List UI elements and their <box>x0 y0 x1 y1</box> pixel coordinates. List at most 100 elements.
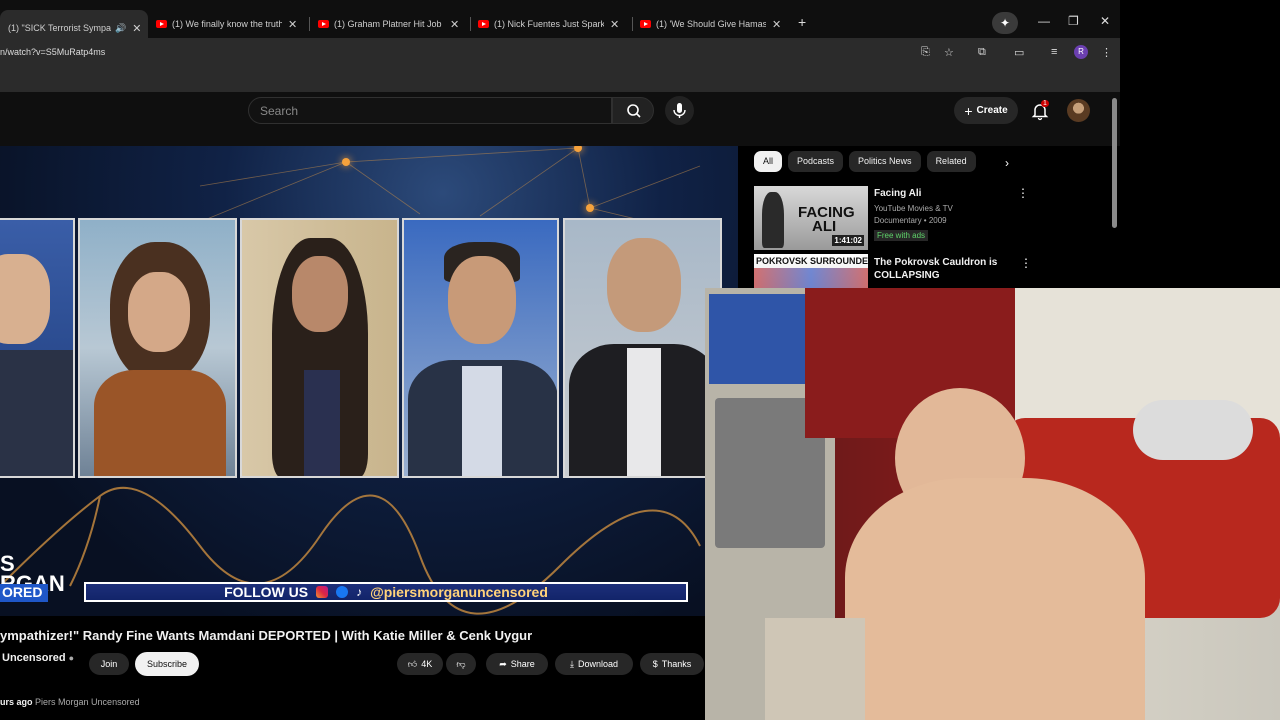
new-tab-icon[interactable]: + <box>798 14 806 30</box>
follow-text: FOLLOW US <box>224 584 309 600</box>
upload-time: urs ago <box>0 697 33 707</box>
screen: (1) "SICK Terrorist Sympath 🔊 ✕ (1) We f… <box>0 0 1280 720</box>
subscribe-button[interactable]: Subscribe <box>135 652 199 676</box>
tab-title: (1) 'We Should Give Hamas NU <box>656 19 766 29</box>
rec-title[interactable]: Facing Ali <box>874 187 1014 200</box>
tab-4[interactable]: (1) Nick Fuentes Just Sparked tl ✕ <box>478 10 624 38</box>
share-label: Share <box>510 659 535 669</box>
microphone-icon <box>673 103 686 118</box>
tab-separator <box>470 17 471 31</box>
channel-name[interactable]: Uncensored ● <box>2 652 74 664</box>
video-title: ympathizer!" Randy Fine Wants Mamdani DE… <box>0 628 533 643</box>
person-face <box>292 256 348 332</box>
youtube-icon <box>318 20 329 28</box>
minimize-icon[interactable]: — <box>1038 14 1050 28</box>
thumb-title: FACING ALI <box>798 205 855 235</box>
rec-title[interactable]: The Pokrovsk Cauldron is COLLAPSING <box>874 256 1014 282</box>
chip-related[interactable]: Related <box>926 151 976 172</box>
media-icon[interactable]: ≡ <box>1051 46 1057 58</box>
url-text[interactable]: n/watch?v=S5MuRatp4ms <box>0 47 105 57</box>
rec-thumbnail[interactable]: POKROVSK SURROUNDED <box>754 254 868 288</box>
download-button[interactable]: ⤓ Download <box>555 653 633 675</box>
person-face <box>0 254 50 344</box>
facebook-icon <box>336 586 349 598</box>
rec-meta: Documentary • 2009 <box>874 216 947 225</box>
close-tab-icon[interactable]: ✕ <box>132 22 141 35</box>
close-window-icon[interactable]: ✕ <box>1100 14 1110 28</box>
extensions-icon[interactable]: ⧉ <box>978 46 986 59</box>
guest-panel-4 <box>402 218 559 478</box>
rec-thumbnail[interactable]: FACING ALI 1:41:02 <box>754 186 868 250</box>
sparkle-icon[interactable]: ✦ <box>992 12 1018 34</box>
rec-meta: YouTube Movies & TV <box>874 204 953 213</box>
chip-all[interactable]: All <box>754 151 783 172</box>
person-jacket <box>94 370 226 476</box>
like-count: 4K <box>421 659 433 669</box>
pillow <box>1133 400 1253 460</box>
thumbs-down-icon: 👎︎ <box>456 658 466 669</box>
install-icon[interactable]: ⎘ <box>921 46 930 59</box>
close-tab-icon[interactable]: ✕ <box>288 18 297 31</box>
chip-politics-news[interactable]: Politics News <box>849 151 921 172</box>
thumb-image <box>754 268 868 288</box>
verified-icon: ● <box>68 653 75 663</box>
search-button[interactable] <box>612 97 654 124</box>
address-bar: n/watch?v=S5MuRatp4ms ⎘ ☆ ⧉ ▭ ≡ R ⋮ <box>0 38 1120 66</box>
notification-badge: 1 <box>1041 100 1049 107</box>
glow-dot <box>586 204 594 212</box>
more-options-icon[interactable]: ⋮ <box>1020 256 1032 270</box>
voice-search-button[interactable] <box>665 96 694 125</box>
show-logo-banner: ORED <box>0 584 48 602</box>
guest-panel-host <box>0 218 75 478</box>
thumb-text: ALI <box>812 218 837 235</box>
thanks-button[interactable]: $ Thanks <box>640 653 704 675</box>
tab-2[interactable]: (1) We finally know the truth... ✕ <box>156 10 302 38</box>
bookmark-star-icon[interactable]: ☆ <box>944 46 954 59</box>
create-button[interactable]: + Create <box>954 97 1018 124</box>
create-label: Create <box>976 105 1008 116</box>
share-arrow-icon: ➦ <box>499 658 507 669</box>
thanks-label: Thanks <box>661 659 692 669</box>
search-input[interactable]: Search <box>248 97 612 124</box>
youtube-icon <box>478 20 489 28</box>
chip-podcasts[interactable]: Podcasts <box>788 151 844 172</box>
social-handle: @piersmorganuncensored <box>370 584 548 600</box>
close-tab-icon[interactable]: ✕ <box>450 18 459 31</box>
chevron-right-icon[interactable]: › <box>1005 156 1009 170</box>
tiktok-icon: ♪ <box>356 585 363 599</box>
close-tab-icon[interactable]: ✕ <box>772 18 781 31</box>
person-face <box>448 256 516 344</box>
glow-dot <box>342 158 350 166</box>
tab-3[interactable]: (1) Graham Platner Hit Job BAC ✕ <box>318 10 464 38</box>
tab-5[interactable]: (1) 'We Should Give Hamas NU ✕ <box>640 10 786 38</box>
sidepanel-icon[interactable]: ▭ <box>1014 46 1024 59</box>
join-button[interactable]: Join <box>89 653 129 675</box>
webcam-overlay <box>705 288 1280 720</box>
close-tab-icon[interactable]: ✕ <box>610 18 619 31</box>
download-icon: ⤓ <box>569 658 574 669</box>
download-label: Download <box>577 659 618 669</box>
video-meta: urs ago Piers Morgan Uncensored <box>0 697 140 707</box>
video-duration: 1:41:02 <box>832 235 864 246</box>
youtube-icon <box>156 20 167 28</box>
maximize-icon[interactable]: ❐ <box>1068 14 1079 28</box>
tab-separator <box>632 17 633 31</box>
user-avatar[interactable] <box>1067 99 1090 122</box>
video-player[interactable]: S RGAN ORED FOLLOW US ♪ @piersmorganunce… <box>0 146 738 616</box>
speaker-icon[interactable]: 🔊 <box>115 23 126 34</box>
dislike-button[interactable]: 👎︎ <box>446 653 476 675</box>
person-shirt <box>462 366 502 476</box>
tab-title: (1) Nick Fuentes Just Sparked tl <box>494 19 604 29</box>
share-button[interactable]: ➦ Share <box>486 653 548 675</box>
guest-panel-3 <box>240 218 399 478</box>
profile-avatar[interactable]: R <box>1074 45 1088 59</box>
more-options-icon[interactable]: ⋮ <box>1017 186 1029 200</box>
instagram-icon <box>316 586 329 598</box>
youtube-header: Search + Create 1 <box>0 92 1120 146</box>
youtube-icon <box>640 20 651 28</box>
channel-label: Uncensored <box>2 652 66 664</box>
menu-kebab-icon[interactable]: ⋮ <box>1101 46 1112 59</box>
like-button[interactable]: 👍︎ 4K <box>397 653 443 675</box>
person-face <box>607 238 681 332</box>
page-scrollbar[interactable] <box>1112 98 1117 228</box>
